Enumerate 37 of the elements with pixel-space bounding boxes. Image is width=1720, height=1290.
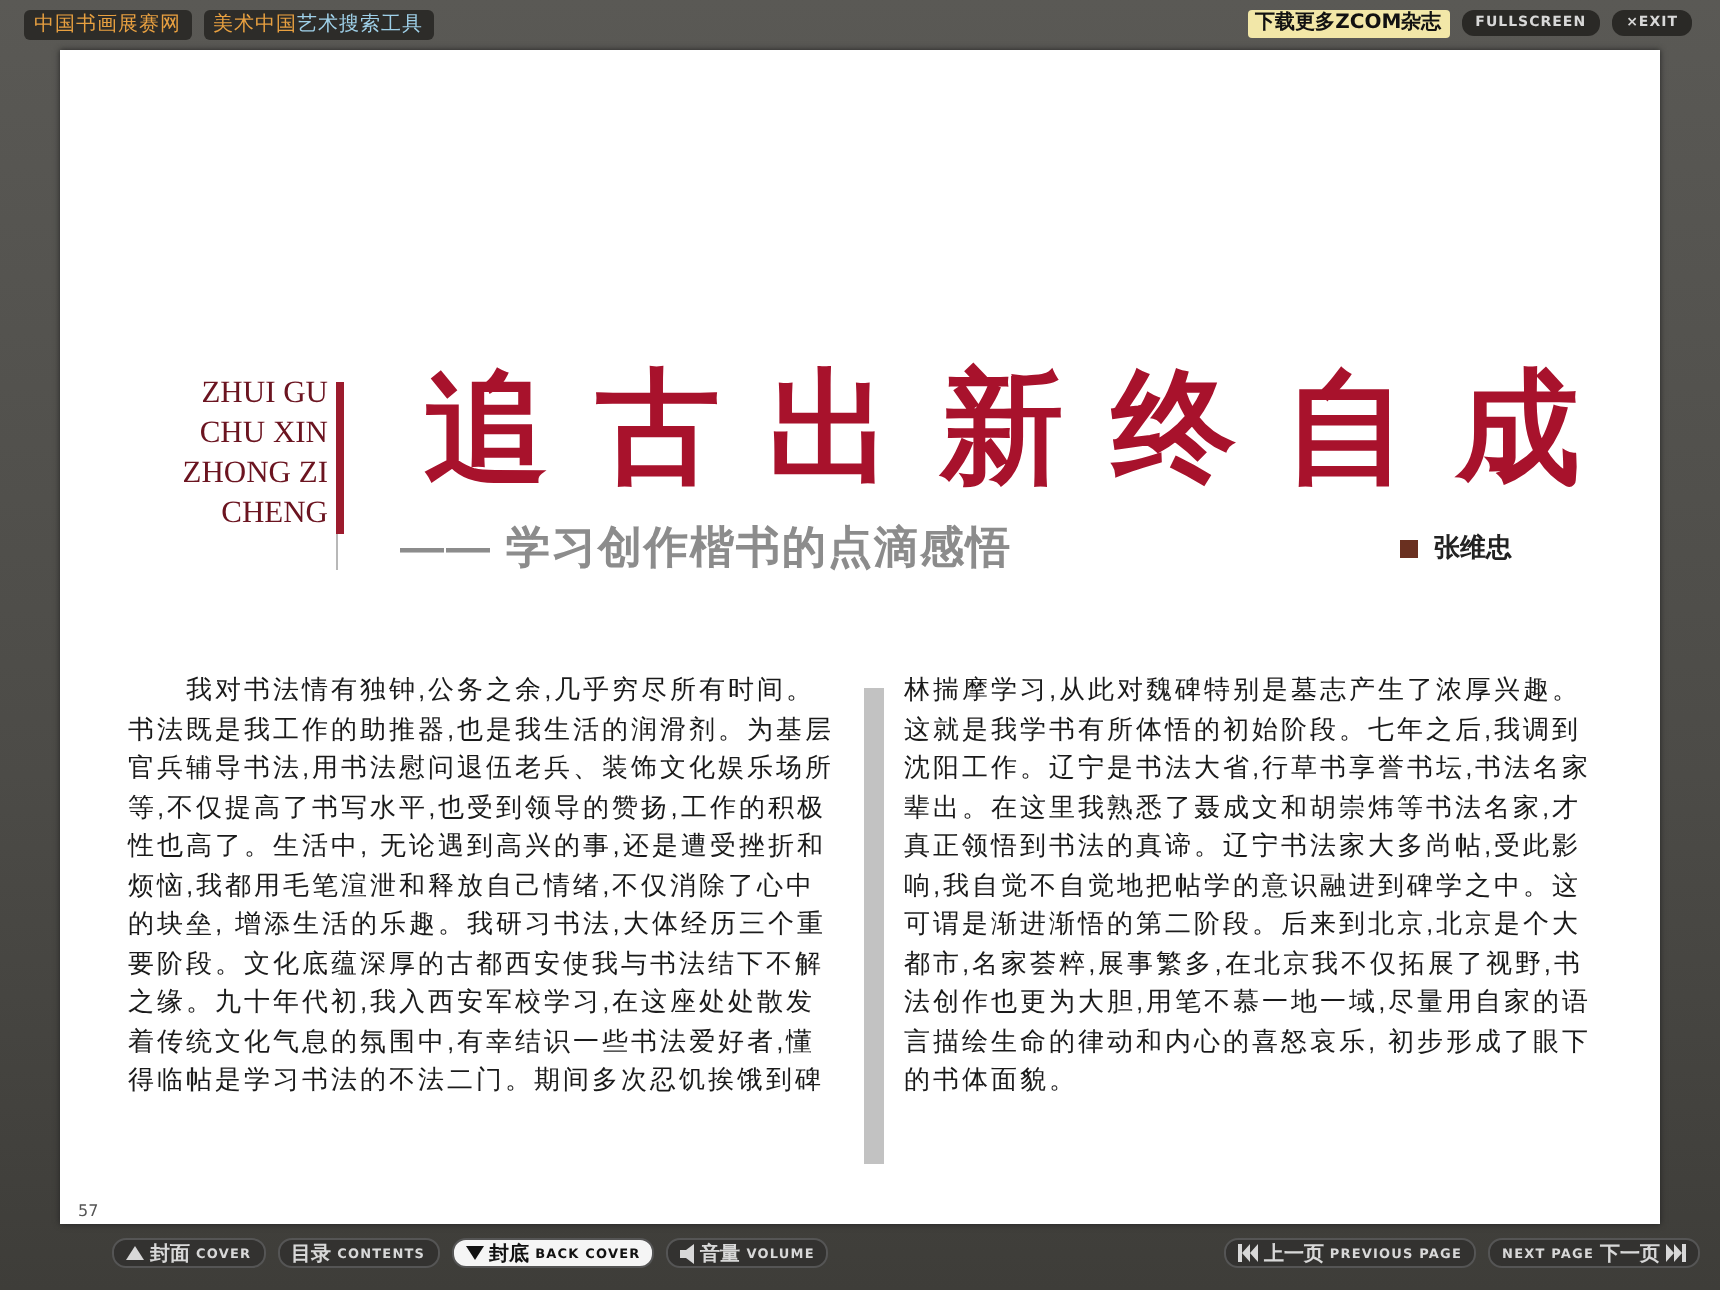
- body-text-line: 的块垒, 增添生活的乐趣。我研习书法,大体经历三个重: [128, 906, 828, 942]
- body-text-line: 的书体面貌。: [904, 1062, 1080, 1098]
- page-number: 57: [78, 1202, 101, 1220]
- body-text-line: 要阶段。文化底蕴深厚的古都西安使我与书法结下不解: [128, 945, 826, 981]
- body-text-line: 官兵辅导书法,用书法慰问退伍老兵、装饰文化娱乐场所: [128, 750, 837, 786]
- body-text-line: 得临帖是学习书法的不法二门。期间多次忍饥挨饿到碑: [128, 1062, 826, 1098]
- pinyin-title: ZHUI GU CHU XIN ZHONG ZI CHENG: [180, 374, 328, 534]
- skip-forward-icon: [1666, 1244, 1686, 1262]
- body-text-line: 林揣摩学习,从此对魏碑特别是墓志产生了浓厚兴趣。: [904, 672, 1584, 708]
- body-text-line: 我对书法情有独钟,公务之余,几乎穷尽所有时间。: [184, 672, 818, 708]
- up-triangle-icon: [126, 1246, 144, 1260]
- body-text-line: 烦恼,我都用毛笔渲泄和释放自己情绪,不仅消除了心中: [128, 867, 818, 903]
- square-bullet-icon: [1400, 539, 1418, 557]
- body-text-line: 书法既是我工作的助推器,也是我生活的润滑剂。为基层: [128, 711, 837, 747]
- site-link[interactable]: 中国书画展赛网: [24, 10, 191, 40]
- body-text-line: 都市,名家荟粹,展事繁多,在北京我不仅拓展了视野,书: [904, 945, 1585, 981]
- body-text-line: 性也高了。生活中, 无论遇到高兴的事,还是遭受挫折和: [128, 828, 828, 864]
- title-rule-extension: [336, 534, 338, 570]
- body-text-line: 言描绘生命的律动和内心的喜怒哀乐, 初步形成了眼下: [904, 1023, 1594, 1059]
- body-text-line: 等,不仅提高了书写水平,也受到领导的赞扬,工作的积极: [128, 789, 828, 825]
- site-link[interactable]: 美术中国艺术搜索工具: [203, 10, 433, 40]
- body-text-line: 辈出。在这里我熟悉了聂成文和胡崇炜等书法名家,才: [904, 789, 1584, 825]
- article-subtitle: —— 学习创作楷书的点滴感悟: [400, 520, 1013, 576]
- down-triangle-icon: [465, 1246, 484, 1260]
- body-text-line: 着传统文化气息的氛围中,有幸结识一些书法爱好者,懂: [128, 1023, 818, 1059]
- body-text-line: 这就是我学书有所体悟的初始阶段。七年之后,我调到: [904, 711, 1584, 747]
- body-text-line: 法创作也更为大胆,用笔不慕一地一域,尽量用自家的语: [904, 984, 1594, 1020]
- body-text-line: 响,我自觉不自觉地把帖学的意识融进到碑学之中。这: [904, 867, 1584, 903]
- body-text-line: 之缘。九十年代初,我入西安军校学习,在这座处处散发: [128, 984, 818, 1020]
- body-text-line: 真正领悟到书法的真谛。辽宁书法家大多尚帖,受此影: [904, 828, 1584, 864]
- article-title: 追古出新终自成: [424, 366, 1630, 494]
- body-text-line: 可谓是渐进渐悟的第二阶段。后来到北京,北京是个大: [904, 906, 1584, 942]
- body-text-line: 沈阳工作。辽宁是书法大省,行草书享誉书坛,书法名家: [904, 750, 1594, 786]
- author-name: 张维忠: [1434, 531, 1512, 566]
- speaker-icon: [680, 1243, 695, 1263]
- skip-back-icon: [1237, 1244, 1258, 1262]
- download-link[interactable]: 下载更多ZCOM杂志: [1247, 10, 1450, 38]
